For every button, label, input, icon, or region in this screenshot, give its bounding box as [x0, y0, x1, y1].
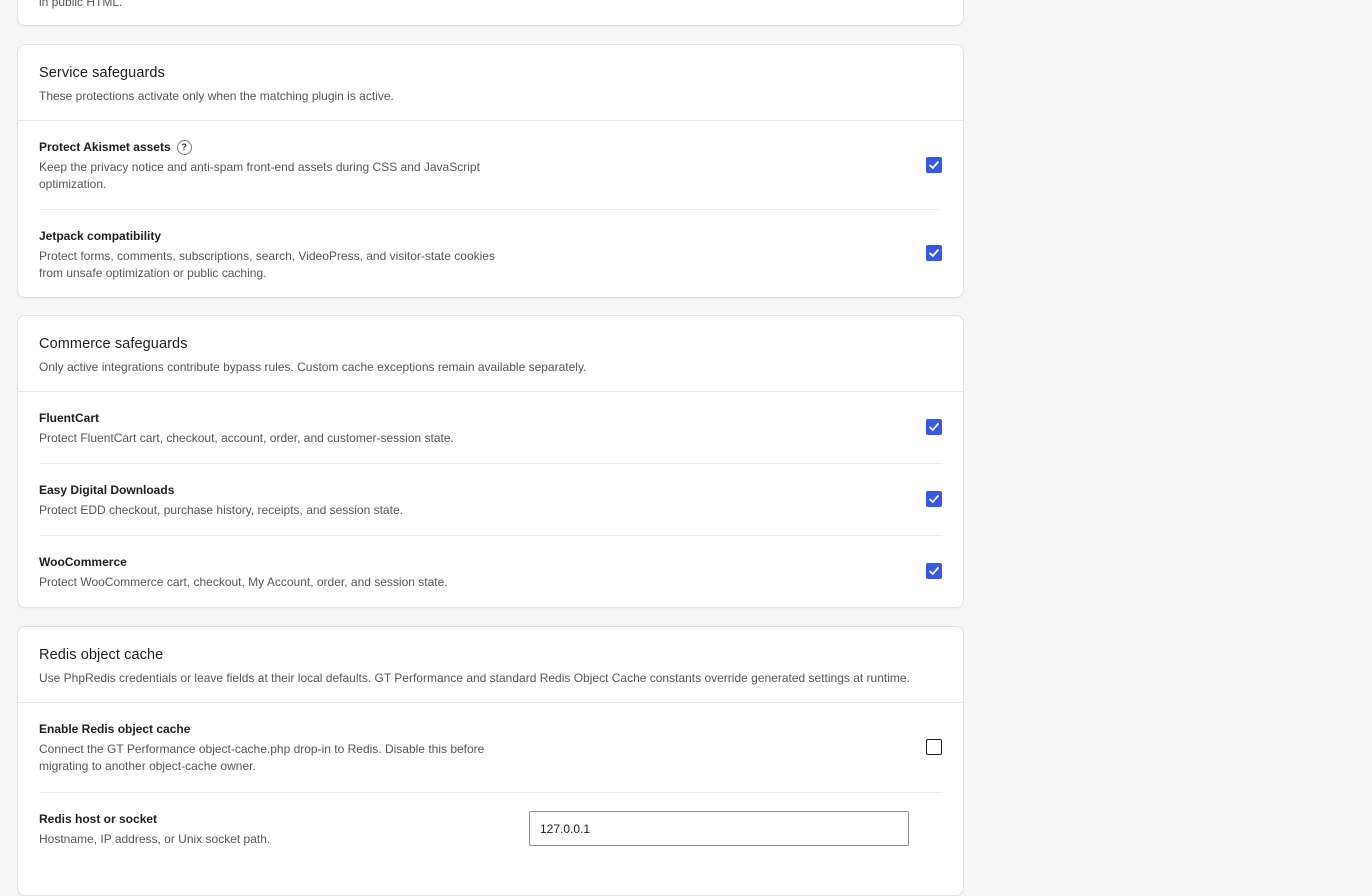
service-safeguards-header: Service safeguards These protections act…: [18, 45, 963, 121]
commerce-safeguards-card: Commerce safeguards Only active integrat…: [17, 315, 964, 608]
card-title: Service safeguards: [39, 65, 165, 81]
setting-row-edd: Easy Digital Downloads Protect EDD check…: [39, 464, 942, 536]
setting-description: Hostname, IP address, or Unix socket pat…: [39, 832, 271, 846]
setting-label: FluentCart: [39, 411, 99, 425]
redis-object-cache-header: Redis object cache Use PhpRedis credenti…: [18, 627, 963, 703]
woocommerce-checkbox[interactable]: [926, 563, 942, 579]
card-description: These protections activate only when the…: [39, 89, 394, 103]
checkmark-icon: [929, 161, 939, 169]
previous-settings-card: in public HTML.: [17, 0, 964, 26]
setting-label: Protect Akismet assets ?: [39, 139, 942, 155]
truncated-description: in public HTML.: [39, 0, 123, 9]
redis-object-cache-card: Redis object cache Use PhpRedis credenti…: [17, 626, 964, 896]
edd-checkbox[interactable]: [926, 491, 942, 507]
commerce-safeguards-rows: FluentCart Protect FluentCart cart, chec…: [18, 392, 963, 607]
checkmark-icon: [929, 249, 939, 257]
card-description: Only active integrations contribute bypa…: [39, 360, 587, 374]
setting-label: Jetpack compatibility: [39, 229, 162, 243]
setting-label: WooCommerce: [39, 555, 127, 569]
setting-description: Keep the privacy notice and anti-spam fr…: [39, 160, 480, 191]
enable-redis-checkbox[interactable]: [926, 739, 942, 755]
akismet-checkbox[interactable]: [926, 157, 942, 173]
setting-row-redis-host: Redis host or socket Hostname, IP addres…: [39, 793, 942, 865]
setting-row-jetpack: Jetpack compatibility Protect forms, com…: [39, 210, 942, 297]
fluentcart-checkbox[interactable]: [926, 419, 942, 435]
setting-description: Protect FluentCart cart, checkout, accou…: [39, 431, 454, 445]
setting-label-text: Protect Akismet assets: [39, 140, 171, 154]
commerce-safeguards-header: Commerce safeguards Only active integrat…: [18, 316, 963, 392]
question-circle-icon[interactable]: ?: [176, 139, 192, 155]
setting-label: Enable Redis object cache: [39, 722, 191, 736]
checkmark-icon: [929, 495, 939, 503]
setting-row-enable-redis: Enable Redis object cache Connect the GT…: [39, 703, 942, 793]
service-safeguards-rows: Protect Akismet assets ? Keep the privac…: [18, 121, 963, 297]
checkmark-icon: [929, 567, 939, 575]
redis-object-cache-rows: Enable Redis object cache Connect the GT…: [18, 703, 963, 865]
jetpack-checkbox[interactable]: [926, 245, 942, 261]
setting-row-fluentcart: FluentCart Protect FluentCart cart, chec…: [39, 392, 942, 464]
setting-label: Easy Digital Downloads: [39, 483, 175, 497]
setting-row-akismet: Protect Akismet assets ? Keep the privac…: [39, 121, 942, 210]
setting-row-woocommerce: WooCommerce Protect WooCommerce cart, ch…: [39, 536, 942, 607]
checkmark-icon: [929, 423, 939, 431]
setting-description: Protect WooCommerce cart, checkout, My A…: [39, 575, 448, 589]
setting-description: Protect EDD checkout, purchase history, …: [39, 503, 403, 517]
card-title: Redis object cache: [39, 647, 164, 663]
card-title: Commerce safeguards: [39, 336, 188, 352]
card-description: Use PhpRedis credentials or leave fields…: [39, 671, 910, 685]
setting-description: Connect the GT Performance object-cache.…: [39, 742, 485, 773]
setting-description: Protect forms, comments, subscriptions, …: [39, 249, 495, 280]
redis-host-input[interactable]: [529, 811, 909, 846]
service-safeguards-card: Service safeguards These protections act…: [17, 44, 964, 298]
